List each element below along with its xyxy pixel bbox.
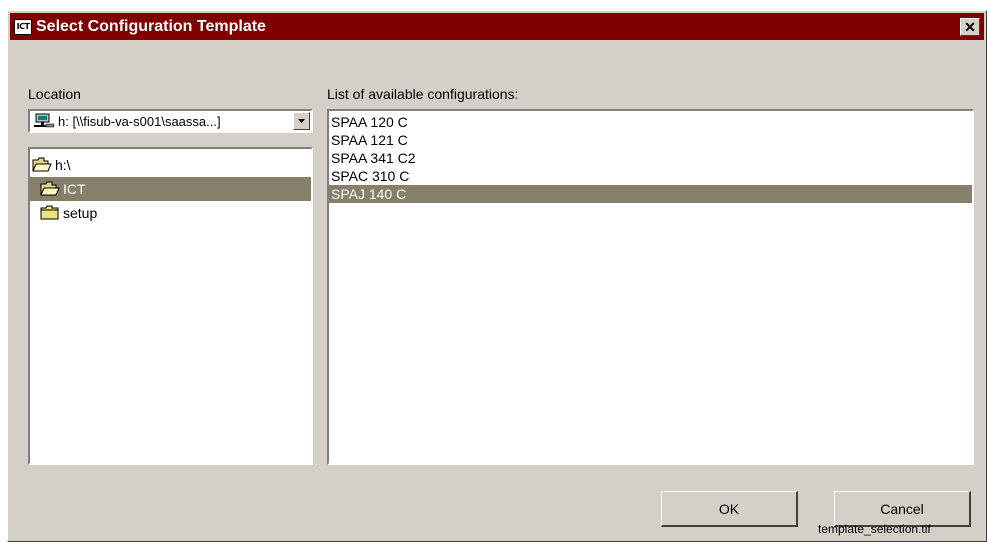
list-item[interactable]: SPAC 310 C <box>329 167 972 185</box>
tree-item-setup[interactable]: setup <box>30 201 311 225</box>
location-dropdown[interactable]: h: [\\fisub-va-s001\saassa...] <box>28 109 313 133</box>
configurations-list[interactable]: SPAA 120 C SPAA 121 C SPAA 341 C2 SPAC 3… <box>327 109 974 465</box>
location-label: Location <box>28 86 81 102</box>
configurations-label: List of available configurations: <box>327 86 519 102</box>
select-configuration-template-dialog: ICT Select Configuration Template ✕ Loca… <box>7 10 987 542</box>
list-item[interactable]: SPAA 120 C <box>329 113 972 131</box>
tree-item-label: h:\ <box>55 157 71 173</box>
open-folder-icon <box>40 181 60 197</box>
chevron-down-icon <box>298 119 305 123</box>
tree-item-label: ICT <box>63 181 86 197</box>
list-item[interactable]: SPAA 341 C2 <box>329 149 972 167</box>
location-value: h: [\\fisub-va-s001\saassa...] <box>58 113 221 129</box>
tree-item-label: setup <box>63 205 98 221</box>
ict-app-icon: ICT <box>14 18 32 35</box>
list-item[interactable]: SPAA 121 C <box>329 131 972 149</box>
tree-item-ict[interactable]: ICT <box>30 177 311 201</box>
ok-button[interactable]: OK <box>661 491 798 527</box>
network-drive-icon <box>33 113 55 129</box>
list-item-selected[interactable]: SPAJ 140 C <box>329 185 972 203</box>
dialog-title: Select Configuration Template <box>36 17 266 35</box>
image-caption: template_selection.tif <box>818 522 931 536</box>
open-folder-icon <box>32 157 52 173</box>
tree-item-h-root[interactable]: h:\ <box>30 153 311 177</box>
folder-tree[interactable]: h:\ ICT setup <box>28 147 313 465</box>
title-bar[interactable]: ICT Select Configuration Template ✕ <box>10 13 984 40</box>
dropdown-arrow-button[interactable] <box>293 112 310 130</box>
close-icon: ✕ <box>964 19 976 35</box>
close-button[interactable]: ✕ <box>960 18 980 36</box>
folder-icon <box>40 205 60 221</box>
